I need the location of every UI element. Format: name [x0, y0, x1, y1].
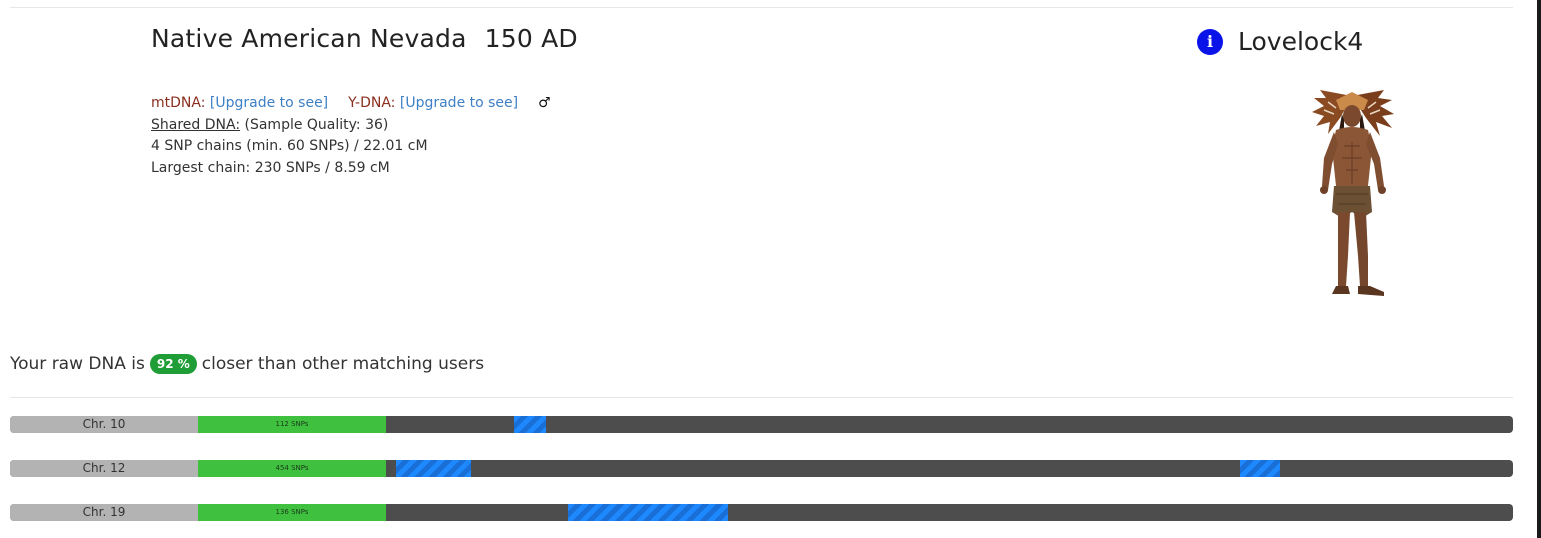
sample-header: i Lovelock4 [1197, 27, 1363, 56]
snp-chains: 4 SNP chains (min. 60 SNPs) / 22.01 cM [151, 138, 428, 154]
ydna-label: Y-DNA: [348, 95, 396, 111]
chromosome-label: Chr. 10 [10, 416, 198, 433]
shared-segment[interactable] [1240, 460, 1280, 477]
chromosome-row: Chr. 12 454 SNPs [10, 460, 1513, 477]
top-divider [10, 7, 1513, 8]
largest-chain: Largest chain: 230 SNPs / 8.59 cM [151, 159, 390, 176]
chromosome-row: Chr. 19 136 SNPs [10, 504, 1513, 521]
ydna-upgrade-link[interactable]: [Upgrade to see] [400, 95, 518, 111]
warrior-figure [1312, 90, 1394, 296]
shared-segment[interactable] [514, 416, 546, 433]
closer-suffix: closer than other matching users [201, 354, 485, 374]
population-name: Native American Nevada [151, 24, 467, 53]
info-icon[interactable]: i [1197, 28, 1223, 55]
shared-segment[interactable] [396, 460, 471, 477]
chromosome-label: Chr. 19 [10, 504, 198, 521]
closeness-badge: 92 % [149, 354, 197, 374]
match-card: Native American Nevada 150 AD i Lovelock4… [0, 0, 1541, 538]
chromosome-row: Chr. 10 112 SNPs [10, 416, 1513, 433]
section-divider [10, 397, 1513, 398]
shared-segment[interactable] [568, 504, 728, 521]
dna-details: mtDNA: [Upgrade to see] Y-DNA: [Upgrade t… [151, 93, 551, 179]
mtdna-label: mtDNA: [151, 95, 206, 111]
male-icon: ♂ [538, 95, 551, 111]
sample-date: 150 AD [484, 24, 578, 53]
sample-title: Native American Nevada 150 AD [151, 24, 578, 53]
snp-count-bar: 454 SNPs [198, 460, 386, 477]
haplogroup-row: mtDNA: [Upgrade to see] Y-DNA: [Upgrade t… [151, 93, 551, 115]
sample-name: Lovelock4 [1238, 27, 1364, 56]
sample-quality: (Sample Quality: 36) [244, 116, 389, 133]
snp-count-bar: 136 SNPs [198, 504, 386, 521]
shared-dna-label: Shared DNA: [151, 116, 241, 133]
scrollbar[interactable] [1537, 0, 1541, 538]
closeness-statement: Your raw DNA is 92 % closer than other m… [10, 354, 484, 374]
snp-count-bar: 112 SNPs [198, 416, 386, 433]
shared-dna-row: Shared DNA: (Sample Quality: 36) [151, 115, 551, 137]
closer-prefix: Your raw DNA is [10, 354, 145, 374]
mtdna-upgrade-link[interactable]: [Upgrade to see] [210, 95, 328, 111]
chromosome-label: Chr. 12 [10, 460, 198, 477]
